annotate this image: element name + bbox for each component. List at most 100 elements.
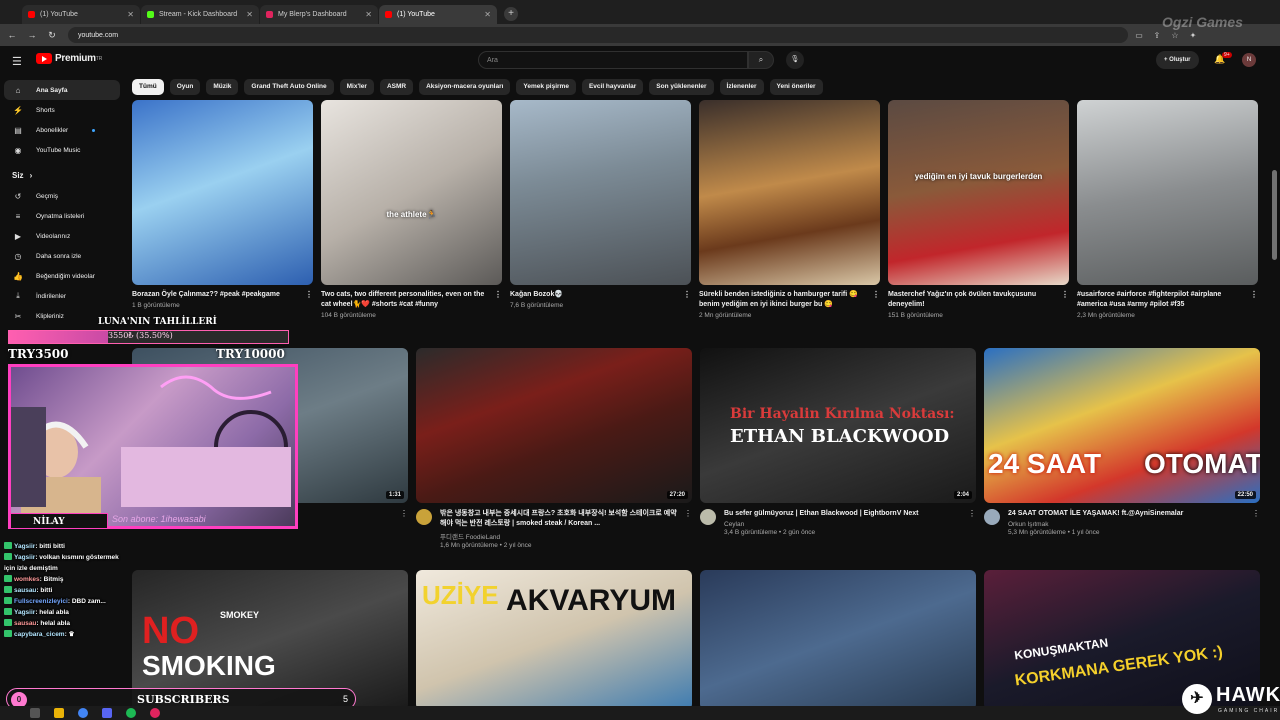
sidebar-item-music[interactable]: ◉ YouTube Music xyxy=(4,140,120,160)
thumbnail-text: KONUŞMAKTAN xyxy=(1013,635,1109,663)
channel-name[interactable]: Ceylan xyxy=(724,521,964,528)
close-tab-icon[interactable]: ✕ xyxy=(127,10,134,19)
short-thumbnail[interactable] xyxy=(510,100,691,285)
sidebar-item-home[interactable]: ⌂ Ana Sayfa xyxy=(4,80,120,100)
video-card[interactable]: 24 SAAT OTOMAT 22:50 24 SAAT OTOMAT İLE YAŞ… xyxy=(984,348,1260,549)
spotify-icon[interactable] xyxy=(126,708,136,718)
sidebar-item-subscriptions[interactable]: ▤ Abonelikler xyxy=(4,120,120,140)
video-row-1: 1:31...mdrp228 görüntüleme • 1 gün önce⋮… xyxy=(132,348,1268,549)
filter-chip[interactable]: Oyun xyxy=(169,79,201,95)
discord-icon[interactable] xyxy=(102,708,112,718)
video-thumbnail[interactable]: Bir Hayalin Kırılma Noktası: ETHAN BLACKW… xyxy=(700,348,976,503)
short-card[interactable]: Kağan Bozok💀 ⋮ 7,6 B görüntüleme xyxy=(510,100,691,319)
notification-badge: 9+ xyxy=(1222,52,1232,58)
sidebar-section-you[interactable]: Siz › xyxy=(4,164,120,186)
channel-name[interactable]: Orkun Işıtmak xyxy=(1008,521,1248,528)
filter-chip[interactable]: İzlenenler xyxy=(719,79,764,95)
chat-badge-icon xyxy=(4,619,12,626)
short-card[interactable]: Borazan Öyle Çalınmaz?? #peak #peakgame ⋮… xyxy=(132,100,313,319)
filter-chip[interactable]: Mix'ler xyxy=(339,79,374,95)
video-title[interactable]: 24 SAAT OTOMAT İLE YAŞAMAK! ft.@AyniSine… xyxy=(1008,509,1248,519)
subscriptions-icon: ▤ xyxy=(14,125,22,135)
close-tab-icon[interactable]: ✕ xyxy=(484,10,491,19)
browser-tab[interactable]: My Blerp's Dashboard ✕ xyxy=(260,5,378,24)
close-tab-icon[interactable]: ✕ xyxy=(365,10,372,19)
sidebar-item-you[interactable]: 👍 Beğendiğim videolar xyxy=(4,266,120,286)
bookmark-star-icon[interactable]: ☆ xyxy=(1168,31,1182,40)
microphone-icon[interactable]: 🎙 xyxy=(786,51,804,69)
more-options-icon[interactable]: ⋮ xyxy=(968,509,976,518)
filter-chip[interactable]: Son yüklenenler xyxy=(649,79,714,95)
filter-chip[interactable]: Grand Theft Auto Online xyxy=(244,79,334,95)
browser-tab[interactable]: (1) YouTube ✕ xyxy=(22,5,140,24)
video-title[interactable]: 밖은 냉동창고 내부는 중세시대 프랑스? 초호화 내부장식! 보석함 스테이크… xyxy=(440,509,680,529)
chrome-icon[interactable] xyxy=(78,708,88,718)
more-options-icon[interactable]: ⋮ xyxy=(305,290,313,300)
short-thumbnail[interactable] xyxy=(1077,100,1258,285)
filter-chip[interactable]: Müzik xyxy=(206,79,239,95)
youtube-logo[interactable]: Premium TR xyxy=(36,53,102,64)
share-icon[interactable]: ⇪ xyxy=(1150,31,1164,40)
short-thumbnail[interactable]: the athlete🏃 xyxy=(321,100,502,285)
file-explorer-icon[interactable] xyxy=(30,708,40,718)
video-card[interactable]: Bir Hayalin Kırılma Noktası: ETHAN BLACKW… xyxy=(700,348,976,549)
video-thumbnail[interactable]: 27:20 xyxy=(416,348,692,503)
video-thumbnail[interactable]: UZİYE AKVARYUM xyxy=(416,570,692,710)
sidebar-item-you[interactable]: ≡ Oynatma listeleri xyxy=(4,206,120,226)
video-card[interactable]: 27:20 밖은 냉동창고 내부는 중세시대 프랑스? 초호화 내부장식! 보석함… xyxy=(416,348,692,549)
video-card[interactable] xyxy=(700,570,976,710)
short-card[interactable]: #usairforce #airforce #fighterpilot #air… xyxy=(1077,100,1258,319)
video-thumbnail[interactable]: 24 SAAT OTOMAT 22:50 xyxy=(984,348,1260,503)
short-card[interactable]: Sürekli benden istediğiniz o hamburger t… xyxy=(699,100,880,319)
forward-icon[interactable]: → xyxy=(24,30,40,40)
short-thumbnail[interactable] xyxy=(132,100,313,285)
short-thumbnail[interactable]: yediğim en iyi tavuk burgerlerden xyxy=(888,100,1069,285)
more-options-icon[interactable]: ⋮ xyxy=(1250,290,1258,300)
new-tab-button[interactable]: + xyxy=(504,7,518,21)
video-card[interactable]: UZİYE AKVARYUM xyxy=(416,570,692,710)
page-scrollbar[interactable] xyxy=(1272,170,1277,260)
sidebar-item-you[interactable]: ↺ Geçmiş xyxy=(4,186,120,206)
channel-avatar[interactable] xyxy=(700,509,716,525)
filter-chip[interactable]: Yemek pişirme xyxy=(516,79,576,95)
channel-name[interactable]: 푸디랜드 FoodieLand xyxy=(440,531,680,541)
sidebar-item-you[interactable]: ▶ Videolarınız xyxy=(4,226,120,246)
short-card[interactable]: yediğim en iyi tavuk burgerlerden Masterc… xyxy=(888,100,1069,319)
channel-avatar[interactable] xyxy=(984,509,1000,525)
search-icon[interactable]: ⌕ xyxy=(748,51,774,69)
filter-chip[interactable]: ASMR xyxy=(379,79,414,95)
filter-chip[interactable]: Yeni öneriler xyxy=(769,79,823,95)
url-field[interactable]: youtube.com xyxy=(68,27,1128,43)
folder-icon[interactable] xyxy=(54,708,64,718)
create-button[interactable]: + Oluştur xyxy=(1156,51,1199,69)
avatar[interactable]: N xyxy=(1242,53,1256,67)
close-tab-icon[interactable]: ✕ xyxy=(246,10,253,19)
sidebar-item-shorts[interactable]: ⚡ Shorts xyxy=(4,100,120,120)
obs-icon[interactable] xyxy=(150,708,160,718)
more-options-icon[interactable]: ⋮ xyxy=(400,509,408,518)
video-title[interactable]: Bu sefer gülmüyoruz | Ethan Blackwood | … xyxy=(724,509,964,519)
more-options-icon[interactable]: ⋮ xyxy=(1252,509,1260,518)
filter-chip[interactable]: Tümü xyxy=(132,79,164,95)
more-options-icon[interactable]: ⋮ xyxy=(1061,290,1069,300)
filter-chip[interactable]: Evcil hayvanlar xyxy=(581,79,644,95)
browser-tab[interactable]: (1) YouTube ✕ xyxy=(379,5,497,24)
search-input[interactable]: Ara xyxy=(478,51,748,69)
hamburger-menu-icon[interactable]: ☰ xyxy=(12,55,22,68)
more-options-icon[interactable]: ⋮ xyxy=(872,290,880,300)
back-icon[interactable]: ← xyxy=(4,30,20,40)
sidebar-item-you[interactable]: ⤓ İndirilenler xyxy=(4,286,120,306)
browser-tab[interactable]: Stream - Kick Dashboard ✕ xyxy=(141,5,259,24)
filter-chip[interactable]: Aksiyon-macera oyunları xyxy=(419,79,511,95)
reload-icon[interactable]: ↻ xyxy=(44,30,60,41)
extensions-icon[interactable]: ✦ xyxy=(1186,31,1200,40)
channel-avatar[interactable] xyxy=(416,509,432,525)
more-options-icon[interactable]: ⋮ xyxy=(683,290,691,300)
short-thumbnail[interactable] xyxy=(699,100,880,285)
short-card[interactable]: the athlete🏃 Two cats, two different pers… xyxy=(321,100,502,319)
cast-icon[interactable]: ▭ xyxy=(1132,31,1146,40)
more-options-icon[interactable]: ⋮ xyxy=(684,509,692,518)
sidebar-item-you[interactable]: ◷ Daha sonra izle xyxy=(4,246,120,266)
more-options-icon[interactable]: ⋮ xyxy=(494,290,502,300)
video-thumbnail[interactable] xyxy=(700,570,976,710)
